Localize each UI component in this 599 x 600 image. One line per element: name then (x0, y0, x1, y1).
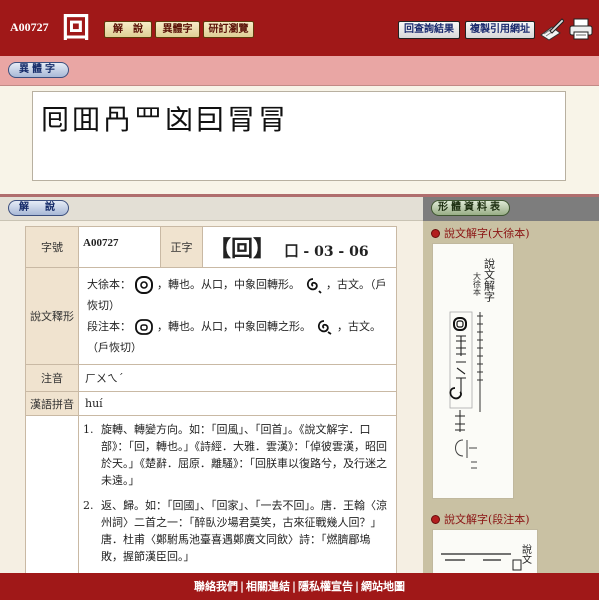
bullet-icon (431, 229, 440, 238)
top-header: A00727 回 解 說 異體字 研訂瀏覽 回查詢結果 複製引用網址 (0, 0, 599, 56)
resource-link-daxu[interactable]: 說文解字(大徐本) (431, 225, 530, 241)
footer-link-related[interactable]: 相關連結 (246, 580, 290, 593)
definitions: 1. 旋轉、轉變方向。如：「回風」、「回首」。《說文解字．口部》：「回，轉也。」《… (79, 416, 397, 574)
definition-list: 1. 旋轉、轉變方向。如：「回風」、「回首」。《說文解字．口部》：「回，轉也。」《… (83, 421, 392, 565)
explanation-panel: 字號 A00727 正字 【回】 囗 - 03 - 06 說文釋形 大徐本： ，轉… (0, 221, 423, 573)
character-info-table: 字號 A00727 正字 【回】 囗 - 03 - 06 說文釋形 大徐本： ，轉… (25, 226, 397, 573)
zhuyin-value: ㄏㄨㄟˊ (79, 365, 397, 392)
glyph-data-sidebar: 說文解字(大徐本) 說文解字 大徐本 說文解字(段注本) 說文 (423, 221, 599, 573)
variants-box: 囘囬冎罒㓙囙冐冐𠠵 (32, 91, 566, 181)
zhuyin-label: 注音 (26, 365, 79, 392)
pinyin-label: 漢語拼音 (26, 392, 79, 416)
shuowen-duan-line: 段注本： ，轉也。从口，中象回轉之形。 ，古文。（戶恢切） (87, 316, 388, 358)
variants-band: 異體字 (0, 56, 599, 86)
char-id: A00727 (10, 20, 49, 35)
shuowen-da-line: 大徐本： ，轉也。从口，中象回轉形。 ，古文。（戶恢切） (87, 274, 388, 316)
variants-area: 囘囬冎罒㓙囙冐冐𠠵 (0, 86, 599, 194)
pinyin-value: huí (79, 392, 397, 416)
explanation-tab[interactable]: 解 說 (8, 200, 69, 216)
glyph-data-tab[interactable]: 形體資料表 (431, 200, 510, 216)
nav-research-browse-button[interactable]: 研訂瀏覽 (203, 21, 254, 38)
definition-item: 1. 旋轉、轉變方向。如：「回風」、「回首」。《說文解字．口部》：「回，轉也。」《… (83, 421, 392, 489)
back-to-results-button[interactable]: 回查詢結果 (398, 21, 460, 39)
explanation-band: 解 說 (0, 197, 423, 221)
standard-char: 【回】 (209, 236, 275, 262)
guwen-script-icon (314, 317, 334, 337)
nav-variants-button[interactable]: 異體字 (155, 21, 200, 38)
footer-link-contact[interactable]: 聯絡我們 (194, 580, 238, 593)
copy-link-button[interactable]: 複製引用網址 (465, 21, 535, 39)
seal-script-icon (134, 317, 154, 337)
scan-text-2: 大徐本 (473, 271, 482, 297)
scan-text-1: 說文解字 (483, 257, 496, 302)
printer-icon[interactable] (568, 17, 594, 41)
seal-script-icon (134, 275, 154, 295)
resource-link-duanzhu[interactable]: 說文解字(段注本) (431, 511, 530, 527)
feedback-pen-icon[interactable] (538, 17, 564, 41)
footer-separator: | (240, 580, 244, 593)
nav-explanation-button[interactable]: 解 說 (104, 21, 152, 38)
bullet-icon (431, 515, 440, 524)
shuowen-scan-image-duanzhu[interactable]: 說文 (432, 529, 538, 573)
shuowen-label: 說文釋形 (26, 268, 79, 365)
variant-characters[interactable]: 囘囬冎罒㓙囙冐冐𠠵 (41, 98, 292, 138)
header-character: 回 (62, 12, 90, 44)
standard-char-entry: 【回】 囗 - 03 - 06 (203, 227, 397, 268)
radical-info: 囗 - 03 - 06 (285, 244, 369, 260)
shuowen-scan-image-daxu[interactable]: 說文解字 大徐本 (432, 243, 514, 499)
standard-char-label: 正字 (161, 227, 203, 268)
shuowen-content: 大徐本： ，轉也。从口，中象回轉形。 ，古文。（戶恢切） 段注本： ，轉也。从口，中象… (79, 268, 397, 365)
footer-separator: | (292, 580, 296, 593)
sidebar-band: 形體資料表 (423, 197, 599, 221)
footer-separator: | (355, 580, 359, 593)
footer-link-privacy[interactable]: 隱私權宣告 (298, 580, 353, 593)
footer-link-sitemap[interactable]: 網站地圖 (361, 580, 405, 593)
guwen-script-icon (303, 275, 323, 295)
site-footer: 聯絡我們 | 相關連結 | 隱私權宣告 | 網站地圖 (0, 573, 599, 600)
variants-tab[interactable]: 異體字 (8, 62, 69, 78)
definition-item: 2. 返、歸。如：「回國」、「回家」、「一去不回」。唐．王翰〈涼州詞〉二首之一：「… (83, 497, 392, 565)
id-label: 字號 (26, 227, 79, 268)
id-value: A00727 (79, 227, 161, 268)
